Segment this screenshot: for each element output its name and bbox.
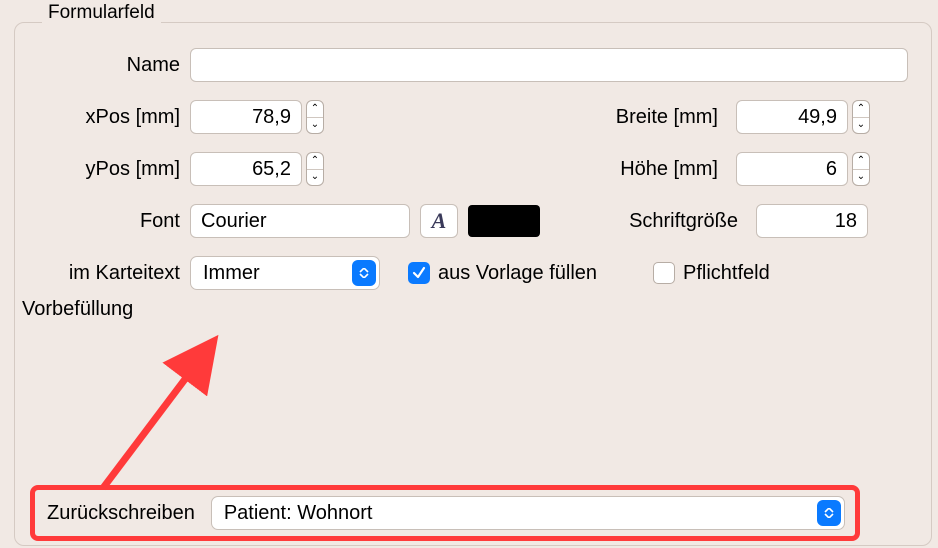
imkarteitext-select[interactable]: Immer <box>190 256 380 290</box>
check-icon <box>412 266 426 280</box>
chevron-up-icon[interactable]: ⌃ <box>307 153 323 170</box>
breite-label: Breite [mm] <box>568 106 718 129</box>
schriftgroesse-label: Schriftgröße <box>558 210 738 233</box>
ypos-input[interactable] <box>190 152 302 186</box>
chevron-down-icon[interactable]: ⌄ <box>853 118 869 134</box>
imkarteitext-value: Immer <box>203 262 260 285</box>
formularfeld-legend: Formularfeld <box>42 2 161 24</box>
breite-stepper[interactable]: ⌃ ⌄ <box>852 100 870 134</box>
chevron-down-icon[interactable]: ⌄ <box>307 170 323 186</box>
pflichtfeld-label: Pflichtfeld <box>683 262 770 285</box>
font-label: Font <box>30 210 180 233</box>
xpos-stepper[interactable]: ⌃ ⌄ <box>306 100 324 134</box>
zurueckschreiben-value: Patient: Wohnort <box>224 502 373 525</box>
ausvorlage-checkbox[interactable] <box>408 262 430 284</box>
xpos-label: xPos [mm] <box>30 106 180 129</box>
font-picker-button[interactable]: A <box>420 204 458 238</box>
font-color-swatch[interactable] <box>468 205 540 237</box>
zurueckschreiben-select[interactable]: Patient: Wohnort <box>211 496 845 530</box>
chevron-down-icon[interactable]: ⌄ <box>307 118 323 134</box>
select-chevrons-icon <box>817 500 841 526</box>
xpos-input[interactable] <box>190 100 302 134</box>
chevron-up-icon[interactable]: ⌃ <box>307 101 323 118</box>
name-label: Name <box>30 54 180 77</box>
ypos-stepper[interactable]: ⌃ ⌄ <box>306 152 324 186</box>
chevron-up-icon[interactable]: ⌃ <box>853 153 869 170</box>
zurueckschreiben-highlight: Zurückschreiben Patient: Wohnort <box>30 485 860 541</box>
breite-input[interactable] <box>736 100 848 134</box>
name-input[interactable] <box>190 48 908 82</box>
chevron-down-icon[interactable]: ⌄ <box>853 170 869 186</box>
ypos-label: yPos [mm] <box>30 158 180 181</box>
vorbefuellung-label: Vorbefüllung <box>22 298 180 321</box>
font-input[interactable] <box>190 204 410 238</box>
schriftgroesse-input[interactable] <box>756 204 868 238</box>
ausvorlage-label: aus Vorlage füllen <box>438 262 597 285</box>
hoehe-label: Höhe [mm] <box>568 158 718 181</box>
hoehe-input[interactable] <box>736 152 848 186</box>
chevron-up-icon[interactable]: ⌃ <box>853 101 869 118</box>
hoehe-stepper[interactable]: ⌃ ⌄ <box>852 152 870 186</box>
pflichtfeld-checkbox[interactable] <box>653 262 675 284</box>
imkarteitext-label: im Karteitext <box>14 262 180 285</box>
zurueckschreiben-label: Zurückschreiben <box>47 502 195 525</box>
font-icon: A <box>432 208 447 234</box>
select-chevrons-icon <box>352 260 376 286</box>
